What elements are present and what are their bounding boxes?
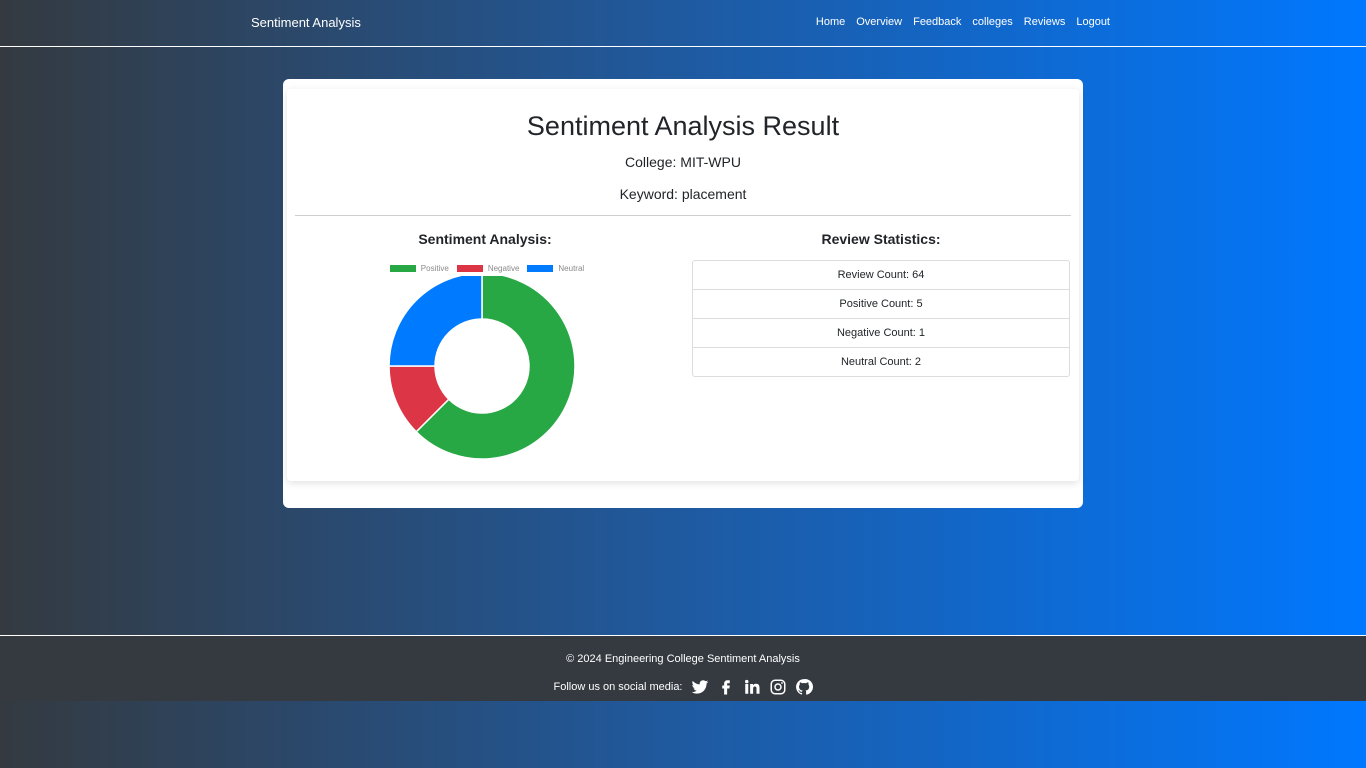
social-links: Follow us on social media: bbox=[0, 678, 1366, 696]
github-icon[interactable] bbox=[795, 678, 813, 696]
positive-count-row: Positive Count: 5 bbox=[693, 289, 1069, 318]
social-icons bbox=[691, 678, 813, 696]
review-stats-list: Review Count: 64 Positive Count: 5 Negat… bbox=[692, 260, 1070, 377]
divider bbox=[295, 215, 1071, 216]
review-count-row: Review Count: 64 bbox=[837, 269, 925, 281]
legend-swatch-positive bbox=[389, 264, 416, 272]
legend-label-negative: Negative bbox=[487, 263, 520, 273]
keyword-label: Keyword: placement bbox=[619, 186, 747, 202]
linkedin-icon[interactable] bbox=[743, 678, 761, 696]
neutral-count-row: Neutral Count: 2 bbox=[693, 347, 1069, 376]
navbar-brand[interactable]: Sentiment Analysis bbox=[251, 15, 361, 30]
legend-item-positive[interactable]: Positive bbox=[389, 263, 449, 273]
footer: © 2024 Engineering College Sentiment Ana… bbox=[0, 635, 1366, 701]
legend-swatch-neutral bbox=[527, 264, 554, 272]
donut-chart bbox=[388, 276, 576, 460]
result-card-body: Sentiment Analysis Result College: MIT-W… bbox=[287, 89, 1079, 481]
legend-label-positive: Positive bbox=[420, 263, 449, 273]
page-title: Sentiment Analysis Result bbox=[526, 111, 840, 141]
sentiment-chart: Positive Negative Neutral bbox=[377, 261, 597, 476]
legend-label-neutral: Neutral bbox=[558, 263, 585, 273]
facebook-icon[interactable] bbox=[717, 678, 735, 696]
nav-link-reviews[interactable]: Reviews bbox=[1024, 16, 1066, 28]
nav-link-home[interactable]: Home bbox=[816, 16, 845, 28]
nav-link-overview[interactable]: Overview bbox=[856, 16, 902, 28]
slice-neutral[interactable] bbox=[388, 276, 483, 367]
result-card: Sentiment Analysis Result College: MIT-W… bbox=[283, 79, 1083, 508]
stats-heading: Review Statistics: bbox=[821, 231, 941, 247]
chart-legend: Positive Negative Neutral bbox=[385, 261, 589, 275]
copyright-text: © 2024 Engineering College Sentiment Ana… bbox=[566, 653, 800, 665]
legend-swatch-negative bbox=[456, 264, 483, 272]
nav-link-logout[interactable]: Logout bbox=[1076, 16, 1110, 28]
follow-label: Follow us on social media: bbox=[553, 681, 683, 693]
nav-link-feedback[interactable]: Feedback bbox=[913, 16, 961, 28]
negative-count-row: Negative Count: 1 bbox=[693, 318, 1069, 347]
nav-links: Home Overview Feedback colleges Reviews … bbox=[816, 16, 1110, 28]
nav-link-colleges[interactable]: colleges bbox=[972, 16, 1012, 28]
legend-item-neutral[interactable]: Neutral bbox=[527, 264, 584, 273]
legend-item-negative[interactable]: Negative bbox=[456, 263, 520, 273]
instagram-icon[interactable] bbox=[769, 678, 787, 696]
twitter-icon[interactable] bbox=[691, 678, 709, 696]
sentiment-heading: Sentiment Analysis: bbox=[418, 231, 552, 247]
navbar: Sentiment Analysis Home Overview Feedbac… bbox=[0, 0, 1366, 47]
college-label: College: MIT-WPU bbox=[625, 154, 741, 170]
